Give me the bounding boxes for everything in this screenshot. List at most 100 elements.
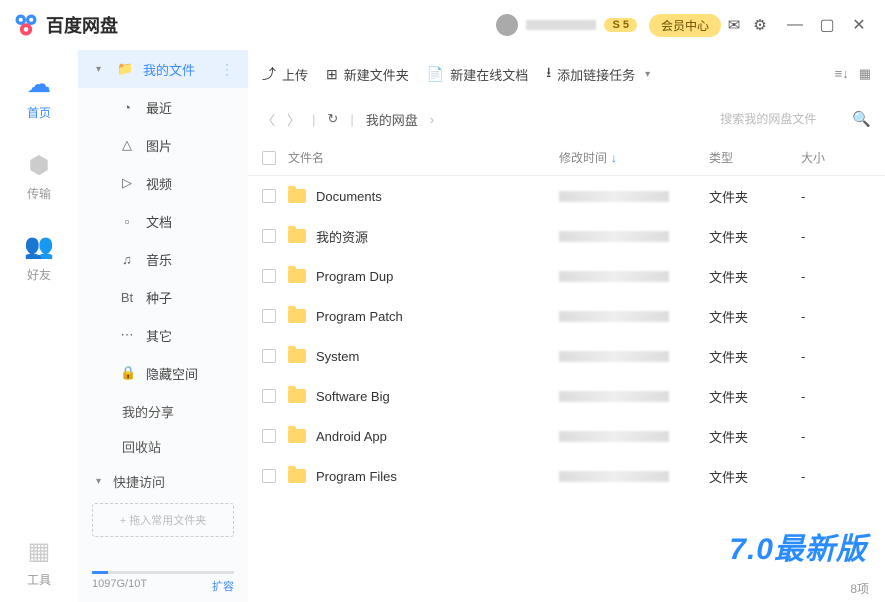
row-checkbox[interactable] xyxy=(262,189,276,203)
sidebar: ▾📁我的文件⋮◔最近△图片▷视频▫文档♫音乐Bt种子⋯其它🔒隐藏空间 我的分享 … xyxy=(78,50,248,602)
sidebar-item-label: 隐藏空间 xyxy=(146,364,198,383)
upload-icon: ⤴ xyxy=(262,64,276,84)
file-size: - xyxy=(801,309,871,324)
sidebar-item-7[interactable]: ⋯其它 xyxy=(78,316,248,354)
table-row[interactable]: Program Patch文件夹- xyxy=(248,296,885,336)
sidebar-item-0[interactable]: ▾📁我的文件⋮ xyxy=(78,50,248,88)
back-button[interactable]: 〈 xyxy=(262,110,275,129)
sidebar-item-3[interactable]: ▷视频 xyxy=(78,164,248,202)
folder-icon xyxy=(288,269,306,283)
select-all-checkbox[interactable] xyxy=(262,151,276,165)
sidebar-item-1[interactable]: ◔最近 xyxy=(78,88,248,126)
file-name: 我的资源 xyxy=(316,227,368,246)
file-date xyxy=(559,271,669,282)
refresh-button[interactable]: ↻ xyxy=(327,111,338,127)
file-size: - xyxy=(801,269,871,284)
maximize-button[interactable]: ▢ xyxy=(813,11,841,39)
table-row[interactable]: Documents文件夹- xyxy=(248,176,885,216)
settings-icon[interactable]: ⚙ xyxy=(747,12,773,38)
sidebar-icon: 🔒 xyxy=(120,365,134,381)
sort-desc-icon: ↓ xyxy=(611,151,617,165)
col-size[interactable]: 大小 xyxy=(801,149,871,166)
rail-tools[interactable]: ▦ 工具 xyxy=(27,537,51,588)
search-box[interactable]: 🔍 xyxy=(720,110,871,128)
file-date xyxy=(559,431,669,442)
avatar[interactable] xyxy=(496,14,518,36)
file-type: 文件夹 xyxy=(709,267,801,286)
folder-icon xyxy=(288,189,306,203)
file-date xyxy=(559,391,669,402)
file-name: Program Patch xyxy=(316,309,403,324)
file-size: - xyxy=(801,229,871,244)
file-type: 文件夹 xyxy=(709,187,801,206)
storage-expand-link[interactable]: 扩容 xyxy=(212,578,234,594)
new-doc-button[interactable]: 📄新建在线文档 xyxy=(427,65,528,84)
file-size: - xyxy=(801,429,871,444)
rail-friends[interactable]: 👥 好友 xyxy=(24,232,54,283)
rail-transfer[interactable]: ⬢ 传输 xyxy=(27,151,51,202)
sidebar-item-6[interactable]: Bt种子 xyxy=(78,278,248,316)
sidebar-my-share[interactable]: 我的分享 xyxy=(78,392,248,427)
rail-home[interactable]: ☁ 首页 xyxy=(27,70,51,121)
file-date xyxy=(559,231,669,242)
sidebar-icon: ▫ xyxy=(120,214,134,229)
row-checkbox[interactable] xyxy=(262,389,276,403)
upload-button[interactable]: ⤴上传 xyxy=(262,64,308,84)
sidebar-item-5[interactable]: ♫音乐 xyxy=(78,240,248,278)
row-checkbox[interactable] xyxy=(262,349,276,363)
folder-plus-icon: ⊞ xyxy=(326,66,338,83)
add-link-button[interactable]: ⭳添加链接任务▾ xyxy=(546,62,654,86)
more-icon[interactable]: ⋮ xyxy=(220,61,234,78)
row-checkbox[interactable] xyxy=(262,269,276,283)
sidebar-item-8[interactable]: 🔒 隐藏空间 xyxy=(78,354,248,392)
sidebar-item-label: 我的文件 xyxy=(143,60,195,79)
titlebar: 百度网盘 S 5 会员中心 ✉ ⚙ ― ▢ ✕ xyxy=(0,0,885,50)
table-row[interactable]: 我的资源文件夹- xyxy=(248,216,885,256)
col-type[interactable]: 类型 xyxy=(709,149,801,166)
sidebar-icon: ▷ xyxy=(120,175,134,191)
row-checkbox[interactable] xyxy=(262,469,276,483)
sidebar-item-4[interactable]: ▫文档 xyxy=(78,202,248,240)
sidebar-icon: ◔ xyxy=(120,100,134,115)
folder-icon xyxy=(288,309,306,323)
user-area[interactable]: S 5 xyxy=(496,14,637,36)
baidu-pan-icon xyxy=(12,11,40,39)
sidebar-icon: △ xyxy=(120,137,134,153)
col-name[interactable]: 文件名 xyxy=(288,149,559,166)
forward-button[interactable]: 〉 xyxy=(287,110,300,129)
coin-badge[interactable]: S 5 xyxy=(604,18,637,32)
table-row[interactable]: Program Dup文件夹- xyxy=(248,256,885,296)
drop-zone[interactable]: + 拖入常用文件夹 xyxy=(92,503,234,537)
search-input[interactable] xyxy=(720,112,840,126)
row-checkbox[interactable] xyxy=(262,309,276,323)
table-row[interactable]: Android App文件夹- xyxy=(248,416,885,456)
item-count: 8项 xyxy=(850,580,869,597)
sidebar-recycle[interactable]: 回收站 xyxy=(78,427,248,462)
close-button[interactable]: ✕ xyxy=(845,11,873,39)
new-folder-button[interactable]: ⊞新建文件夹 xyxy=(326,65,409,84)
row-checkbox[interactable] xyxy=(262,429,276,443)
file-date xyxy=(559,351,669,362)
sidebar-icon: ⋯ xyxy=(120,327,134,343)
grid-view-icon[interactable]: ▦ xyxy=(859,66,871,82)
vip-center-button[interactable]: 会员中心 xyxy=(649,14,721,37)
table-row[interactable]: Software Big文件夹- xyxy=(248,376,885,416)
file-name: Documents xyxy=(316,189,382,204)
folder-icon xyxy=(288,229,306,243)
sidebar-item-label: 音乐 xyxy=(146,250,172,269)
table-row[interactable]: System文件夹- xyxy=(248,336,885,376)
username xyxy=(526,20,596,30)
sidebar-item-2[interactable]: △图片 xyxy=(78,126,248,164)
sort-icon[interactable]: ≡↓ xyxy=(835,66,849,82)
toolbar: ⤴上传 ⊞新建文件夹 📄新建在线文档 ⭳添加链接任务▾ ≡↓ ▦ xyxy=(248,50,885,98)
minimize-button[interactable]: ― xyxy=(781,11,809,39)
file-size: - xyxy=(801,469,871,484)
breadcrumb-root[interactable]: 我的网盘 xyxy=(366,110,418,129)
col-date[interactable]: 修改时间↓ xyxy=(559,149,709,166)
mail-icon[interactable]: ✉ xyxy=(721,12,747,38)
sidebar-item-label: 种子 xyxy=(146,288,172,307)
row-checkbox[interactable] xyxy=(262,229,276,243)
table-row[interactable]: Program Files文件夹- xyxy=(248,456,885,496)
sidebar-quick-access[interactable]: ▾快捷访问 xyxy=(78,462,248,497)
search-icon[interactable]: 🔍 xyxy=(852,110,871,128)
